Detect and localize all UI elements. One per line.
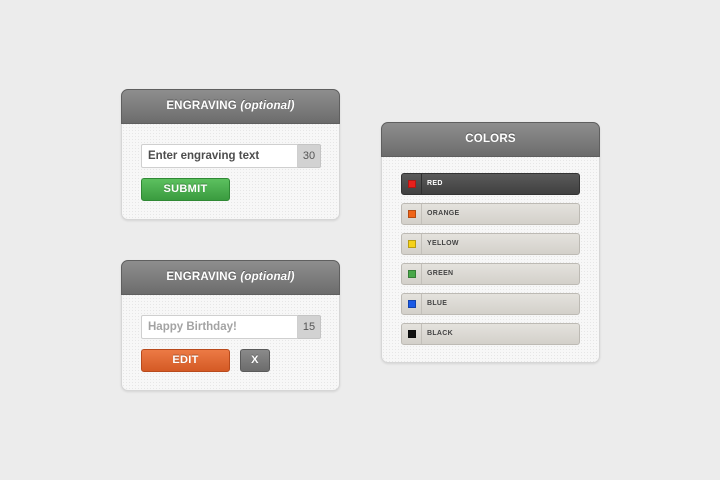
color-swatch-box: [402, 324, 422, 344]
color-swatch-blue: [408, 300, 416, 308]
color-option-green[interactable]: GREEN: [401, 263, 580, 285]
engraving-panel-header: ENGRAVING (optional): [121, 260, 340, 295]
colors-panel-header: COLORS: [381, 122, 600, 157]
color-swatch-green: [408, 270, 416, 278]
engraving-title: ENGRAVING: [166, 100, 237, 112]
color-option-label: YELLOW: [427, 240, 459, 247]
color-option-label: BLUE: [427, 300, 448, 307]
engraving-title-optional: (optional): [240, 100, 295, 112]
color-option-list: RED ORANGE YELLOW GREEN BLUE BLACK: [401, 173, 580, 353]
engraving-panel-filled: ENGRAVING (optional) 15 EDIT X: [121, 260, 340, 391]
color-swatch-orange: [408, 210, 416, 218]
engraving-panel-empty: ENGRAVING (optional) 30 SUBMIT: [121, 89, 340, 220]
engraving-text-input[interactable]: [141, 144, 298, 168]
engraving-text-input-filled[interactable]: [141, 315, 298, 339]
color-option-orange[interactable]: ORANGE: [401, 203, 580, 225]
edit-button[interactable]: EDIT: [141, 349, 230, 372]
color-option-black[interactable]: BLACK: [401, 323, 580, 345]
clear-button[interactable]: X: [240, 349, 270, 372]
color-option-label: BLACK: [427, 330, 453, 337]
color-swatch-box: [402, 174, 422, 194]
engraving-char-count: 30: [298, 144, 321, 168]
engraving-char-count: 15: [298, 315, 321, 339]
color-option-label: RED: [427, 180, 443, 187]
engraving-title: ENGRAVING: [166, 271, 237, 283]
color-swatch-box: [402, 234, 422, 254]
color-option-blue[interactable]: BLUE: [401, 293, 580, 315]
color-swatch-black: [408, 330, 416, 338]
color-option-red[interactable]: RED: [401, 173, 580, 195]
color-option-yellow[interactable]: YELLOW: [401, 233, 580, 255]
color-swatch-red: [408, 180, 416, 188]
engraving-title-optional: (optional): [240, 271, 295, 283]
submit-button[interactable]: SUBMIT: [141, 178, 230, 201]
color-swatch-yellow: [408, 240, 416, 248]
color-swatch-box: [402, 204, 422, 224]
colors-title: COLORS: [465, 133, 516, 145]
color-option-label: ORANGE: [427, 210, 460, 217]
engraving-panel-header: ENGRAVING (optional): [121, 89, 340, 124]
color-swatch-box: [402, 264, 422, 284]
colors-panel: COLORS RED ORANGE YELLOW GREEN BLUE BLAC…: [381, 122, 600, 363]
color-option-label: GREEN: [427, 270, 454, 277]
color-swatch-box: [402, 294, 422, 314]
